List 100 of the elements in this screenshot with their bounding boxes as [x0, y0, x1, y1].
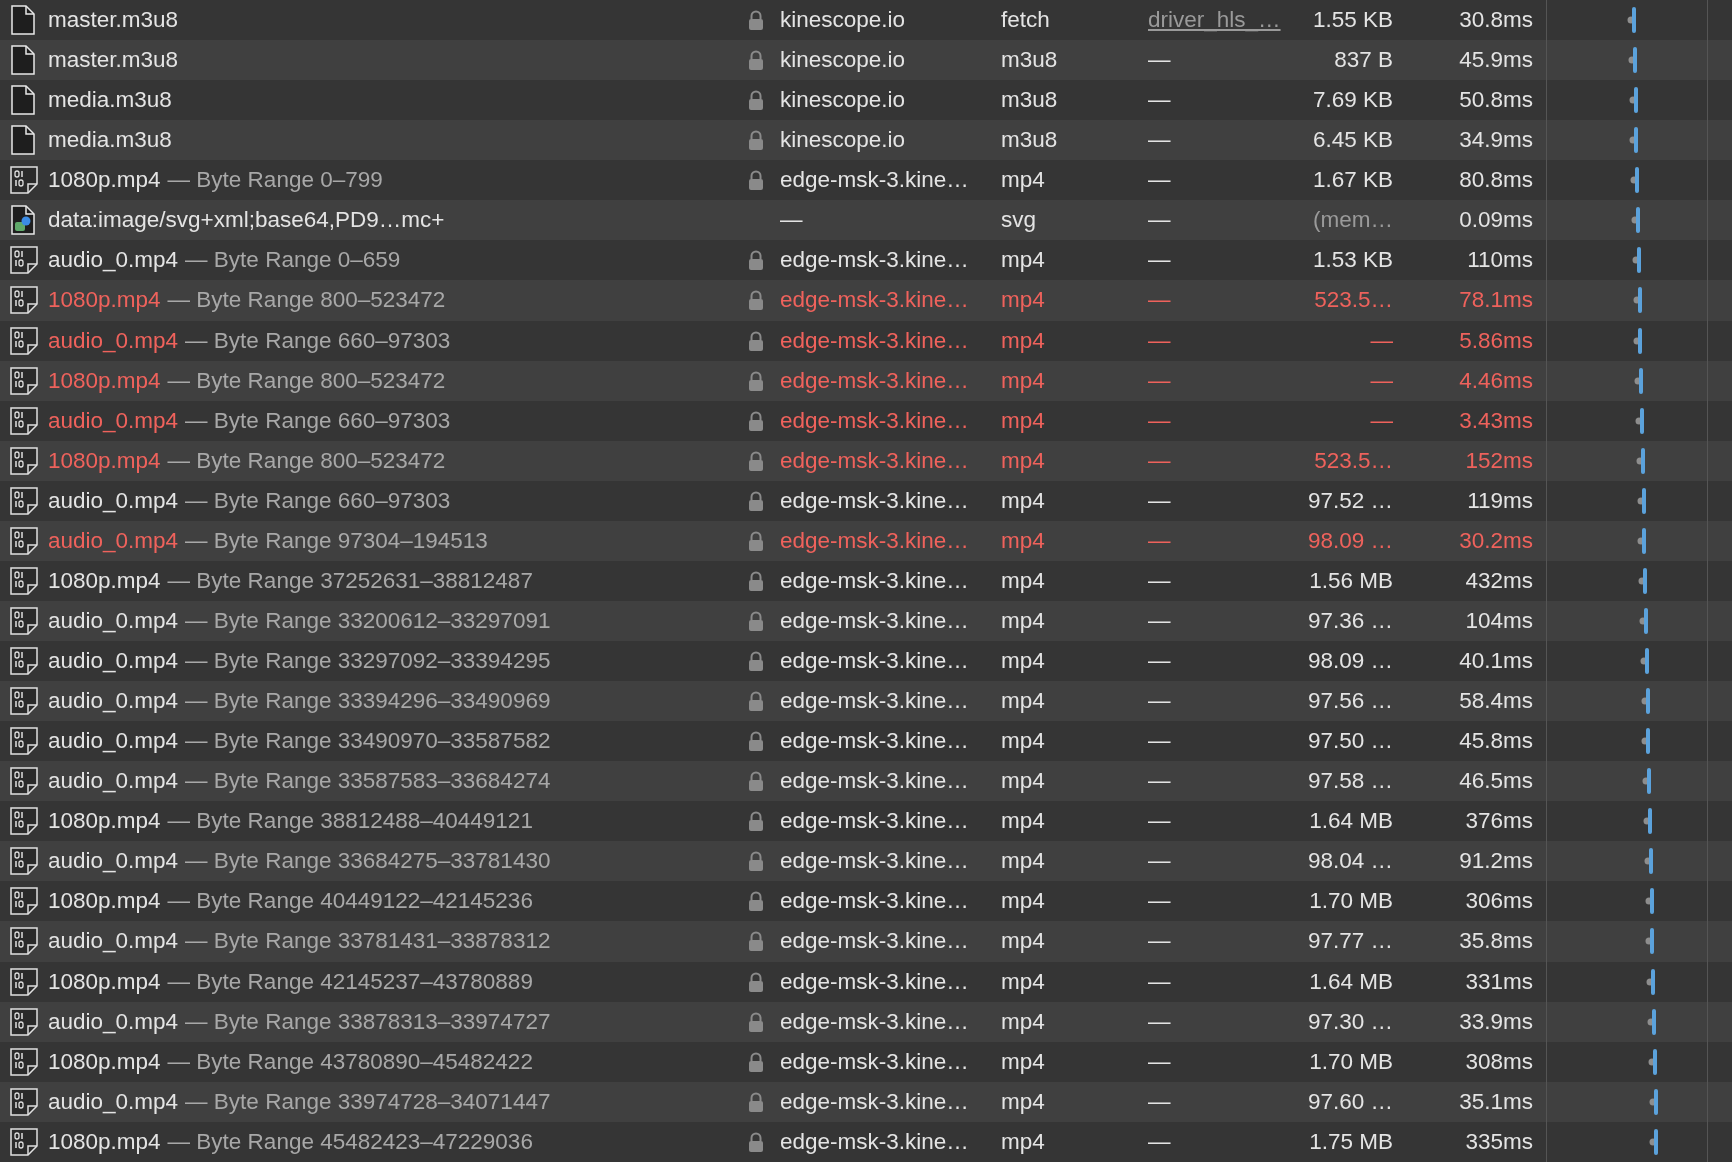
duration: 78.1ms	[1458, 287, 1533, 314]
duration: 80.8ms	[1458, 167, 1533, 194]
duration: 110ms	[1466, 247, 1533, 274]
timing-bar	[1634, 367, 1645, 394]
binary-file-icon	[10, 286, 38, 315]
initiator-link[interactable]: driver_hls_…	[1148, 7, 1300, 34]
resource-type: mp4	[1001, 1008, 1046, 1035]
duration: 40.1ms	[1458, 648, 1533, 675]
binary-file-icon	[10, 687, 38, 716]
initiator: —	[1148, 47, 1172, 74]
timing-bar	[1649, 1128, 1660, 1155]
byte-range: — Byte Range 0–659	[185, 247, 401, 274]
file-name: 1080p.mp4	[48, 567, 161, 594]
byte-range: — Byte Range 33781431–33878312	[185, 928, 551, 955]
transfer-size: 1.70 MB	[1308, 1048, 1393, 1075]
request-row[interactable]: audio_0.mp4 — Byte Range 33878313–33974727 edge-msk-3.kine… mp4 — 97.30 … 33.9ms	[0, 1001, 1732, 1042]
request-row[interactable]: audio_0.mp4 — Byte Range 97304–194513 edge-msk-3.kine… mp4 — 98.09 … 30.2ms	[0, 520, 1732, 561]
file-name: audio_0.mp4	[48, 527, 179, 554]
file-name: audio_0.mp4	[48, 1008, 179, 1035]
transfer-size: 97.52 …	[1306, 487, 1393, 514]
byte-range: — Byte Range 42145237–43780889	[167, 968, 533, 995]
binary-file-icon	[10, 166, 38, 195]
request-row[interactable]: data:image/svg+xml;base64,PD9…mc+ — svg — (mem… 0.09ms	[0, 200, 1732, 241]
transfer-size: 1.55 KB	[1311, 7, 1393, 34]
domain: edge-msk-3.kine…	[780, 367, 970, 394]
binary-file-icon	[10, 967, 38, 996]
initiator: —	[1148, 648, 1172, 675]
document-icon	[10, 5, 36, 36]
request-row[interactable]: audio_0.mp4 — Byte Range 33781431–33878312 edge-msk-3.kine… mp4 — 97.77 … 35.8ms	[0, 921, 1732, 962]
request-row[interactable]: 1080p.mp4 — Byte Range 800–523472 edge-msk-3.kine… mp4 — 523.5… 78.1ms	[0, 280, 1732, 321]
timing-bar	[1639, 648, 1650, 674]
request-row[interactable]: audio_0.mp4 — Byte Range 33974728–34071447 edge-msk-3.kine… mp4 — 97.60 … 35.1ms	[0, 1081, 1732, 1122]
file-name: media.m3u8	[48, 127, 172, 154]
timing-bar	[1639, 607, 1649, 634]
resource-type: mp4	[1001, 1048, 1046, 1075]
timing-bar	[1635, 447, 1646, 474]
byte-range: — Byte Range 660–97303	[185, 407, 451, 434]
domain: edge-msk-3.kine…	[780, 327, 970, 354]
timing-bar	[1643, 848, 1654, 875]
timing-bar	[1642, 768, 1653, 795]
domain: edge-msk-3.kine…	[780, 688, 970, 715]
domain: kinescope.io	[780, 127, 907, 154]
resource-type: mp4	[1001, 527, 1046, 554]
duration: 33.9ms	[1458, 1008, 1533, 1035]
request-row[interactable]: audio_0.mp4 — Byte Range 33587583–33684274 edge-msk-3.kine… mp4 — 97.58 … 46.5ms	[0, 761, 1732, 802]
transfer-size: 98.04 …	[1306, 848, 1393, 875]
byte-range: — Byte Range 37252631–38812487	[167, 567, 533, 594]
timing-bar	[1646, 968, 1657, 995]
resource-type: mp4	[1001, 1088, 1046, 1115]
request-row[interactable]: audio_0.mp4 — Byte Range 33684275–33781430 edge-msk-3.kine… mp4 — 98.04 … 91.2ms	[0, 841, 1732, 882]
transfer-size: 1.75 MB	[1308, 1128, 1393, 1155]
document-icon	[10, 125, 36, 156]
request-row[interactable]: media.m3u8 kinescope.io m3u8 — 6.45 KB 34.9ms	[0, 120, 1732, 161]
timing-bar	[1631, 207, 1641, 234]
byte-range: — Byte Range 45482423–47229036	[167, 1128, 533, 1155]
transfer-size: 1.56 MB	[1308, 567, 1393, 594]
request-row[interactable]: audio_0.mp4 — Byte Range 33394296–33490969 edge-msk-3.kine… mp4 — 97.56 … 58.4ms	[0, 681, 1732, 722]
initiator: —	[1148, 1088, 1172, 1115]
timing-bar	[1628, 87, 1639, 114]
file-name: 1080p.mp4	[48, 1128, 161, 1155]
binary-file-icon	[10, 366, 38, 395]
file-name: audio_0.mp4	[48, 768, 179, 795]
domain: edge-msk-3.kine…	[780, 167, 970, 194]
document-icon	[10, 45, 36, 76]
resource-type: mp4	[1001, 928, 1046, 955]
domain: edge-msk-3.kine…	[780, 1008, 970, 1035]
file-name: audio_0.mp4	[48, 648, 179, 675]
initiator: —	[1148, 407, 1172, 434]
request-row[interactable]: 1080p.mp4 — Byte Range 800–523472 edge-msk-3.kine… mp4 — — 4.46ms	[0, 360, 1732, 401]
byte-range: — Byte Range 33587583–33684274	[185, 768, 551, 795]
binary-file-icon	[10, 446, 38, 475]
request-row[interactable]: master.m3u8 kinescope.io m3u8 — 837 B 45.9ms	[0, 40, 1732, 81]
transfer-size: 97.30 …	[1306, 1008, 1393, 1035]
timing-bar	[1647, 1008, 1657, 1035]
transfer-size: 1.67 KB	[1311, 167, 1393, 194]
binary-file-icon	[10, 526, 38, 555]
byte-range: — Byte Range 33878313–33974727	[185, 1008, 551, 1035]
initiator: —	[1148, 688, 1172, 715]
request-row[interactable]: audio_0.mp4 — Byte Range 33200612–33297091 edge-msk-3.kine… mp4 — 97.36 … 104ms	[0, 600, 1732, 641]
domain: edge-msk-3.kine…	[780, 728, 970, 755]
duration: 5.86ms	[1458, 327, 1533, 354]
byte-range: — Byte Range 0–799	[167, 167, 383, 194]
binary-file-icon	[10, 1047, 38, 1076]
file-name: audio_0.mp4	[48, 688, 179, 715]
resource-type: mp4	[1001, 247, 1046, 274]
byte-range: — Byte Range 33297092–33394295	[185, 648, 551, 675]
request-row[interactable]: 1080p.mp4 — Byte Range 800–523472 edge-msk-3.kine… mp4 — 523.5… 152ms	[0, 440, 1732, 481]
initiator: —	[1148, 1128, 1172, 1155]
duration: 35.8ms	[1458, 928, 1533, 955]
duration: 34.9ms	[1458, 127, 1533, 154]
binary-file-icon	[10, 847, 38, 876]
file-name: master.m3u8	[48, 47, 179, 74]
initiator: —	[1148, 127, 1172, 154]
timing-bar	[1643, 808, 1653, 835]
initiator: —	[1148, 1008, 1172, 1035]
file-name: audio_0.mp4	[48, 728, 179, 755]
domain: —	[780, 207, 804, 234]
file-name: audio_0.mp4	[48, 407, 179, 434]
domain: edge-msk-3.kine…	[780, 968, 970, 995]
resource-type: svg	[1001, 207, 1037, 234]
